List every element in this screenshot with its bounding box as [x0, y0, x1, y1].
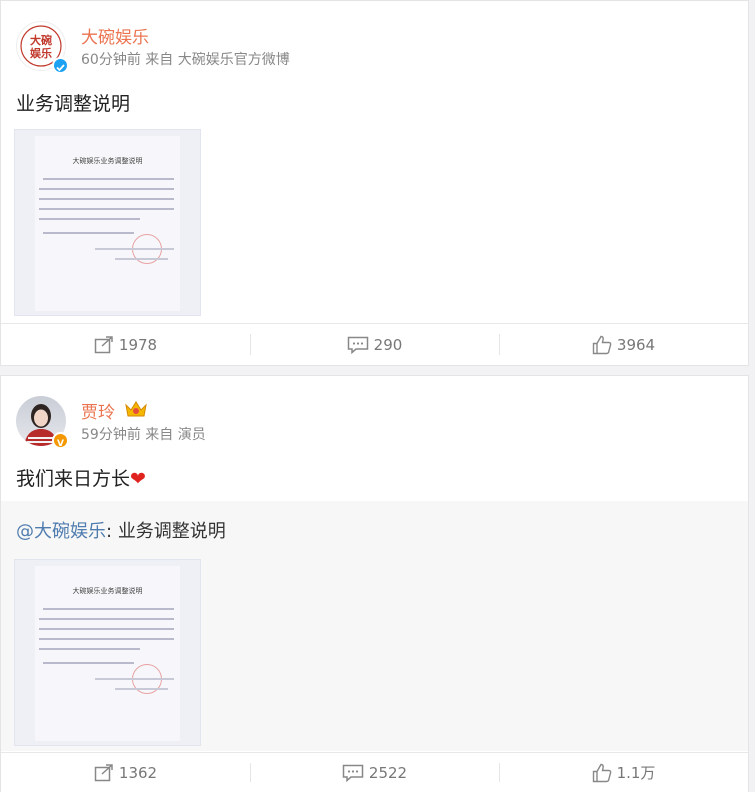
like-count: 3964 — [616, 335, 656, 354]
repost-button[interactable]: 1362 — [1, 753, 250, 792]
post-meta: 59分钟前 来自 演员 — [81, 424, 206, 444]
post-text: 业务调整说明 — [16, 93, 131, 115]
post-meta: 60分钟前 来自 大碗娱乐官方微博 — [81, 49, 290, 69]
username[interactable]: 贾玲 — [81, 398, 115, 423]
post-card: 大碗 娱乐 大碗娱乐 60分钟前 来自 大碗娱乐官方微博 业务调整说明 大碗娱乐… — [0, 0, 749, 366]
comment-button[interactable]: 2522 — [250, 753, 499, 792]
verified-icon — [52, 57, 69, 74]
post-card: V 贾玲 59分钟前 来自 演员 我们来日方长❤ @大碗娱乐: 业务调整说明 大… — [0, 375, 749, 792]
from-label: 来自 — [145, 427, 174, 443]
heart-emoji: ❤ — [130, 468, 146, 490]
from-label: 来自 — [145, 52, 174, 68]
verified-icon: V — [52, 432, 69, 449]
repost-count: 1978 — [118, 335, 158, 354]
repost-icon — [94, 335, 113, 353]
comment-icon — [347, 336, 368, 354]
doc-title: 大碗娱乐业务调整说明 — [72, 157, 143, 165]
comment-count: 290 — [373, 335, 403, 354]
post-source[interactable]: 大碗娱乐官方微博 — [178, 52, 290, 68]
repost-line: @大碗娱乐: 业务调整说明 — [16, 517, 226, 543]
post-text: 我们来日方长❤ — [16, 464, 146, 491]
repost-image[interactable]: 大碗娱乐业务调整说明 — [14, 559, 201, 746]
repost-separator: : — [106, 521, 113, 542]
action-bar: 1978 290 3964 — [1, 323, 748, 365]
repost-icon — [94, 763, 113, 781]
post-source[interactable]: 演员 — [178, 427, 206, 443]
username[interactable]: 大碗娱乐 — [81, 23, 149, 48]
like-button[interactable]: 3964 — [499, 324, 748, 365]
comment-button[interactable]: 290 — [250, 324, 499, 365]
svg-text:娱乐: 娱乐 — [30, 46, 52, 60]
post-time[interactable]: 59分钟前 — [81, 427, 141, 443]
svg-text:大碗: 大碗 — [30, 33, 52, 47]
avatar[interactable]: 大碗 娱乐 — [16, 21, 69, 74]
like-icon — [592, 763, 611, 782]
mention-link[interactable]: @大碗娱乐 — [16, 521, 106, 542]
avatar[interactable]: V — [16, 396, 69, 449]
like-icon — [592, 335, 612, 354]
repost-button[interactable]: 1978 — [1, 324, 250, 365]
post-image[interactable]: 大碗娱乐业务调整说明 — [14, 129, 201, 316]
action-bar: 1362 2522 1.1万 — [1, 752, 748, 792]
like-count: 1.1万 — [616, 764, 656, 782]
crown-icon[interactable] — [124, 399, 148, 423]
comment-count: 2522 — [368, 763, 408, 782]
reposted-content[interactable]: @大碗娱乐: 业务调整说明 大碗娱乐业务调整说明 — [1, 501, 748, 751]
like-button[interactable]: 1.1万 — [499, 753, 748, 792]
repost-text: 业务调整说明 — [117, 521, 226, 542]
post-time[interactable]: 60分钟前 — [81, 52, 141, 68]
repost-count: 1362 — [118, 763, 158, 782]
doc-title: 大碗娱乐业务调整说明 — [72, 587, 143, 595]
post-text-content: 我们来日方长 — [16, 468, 131, 490]
svg-text:V: V — [57, 439, 64, 449]
comment-icon — [342, 764, 364, 782]
